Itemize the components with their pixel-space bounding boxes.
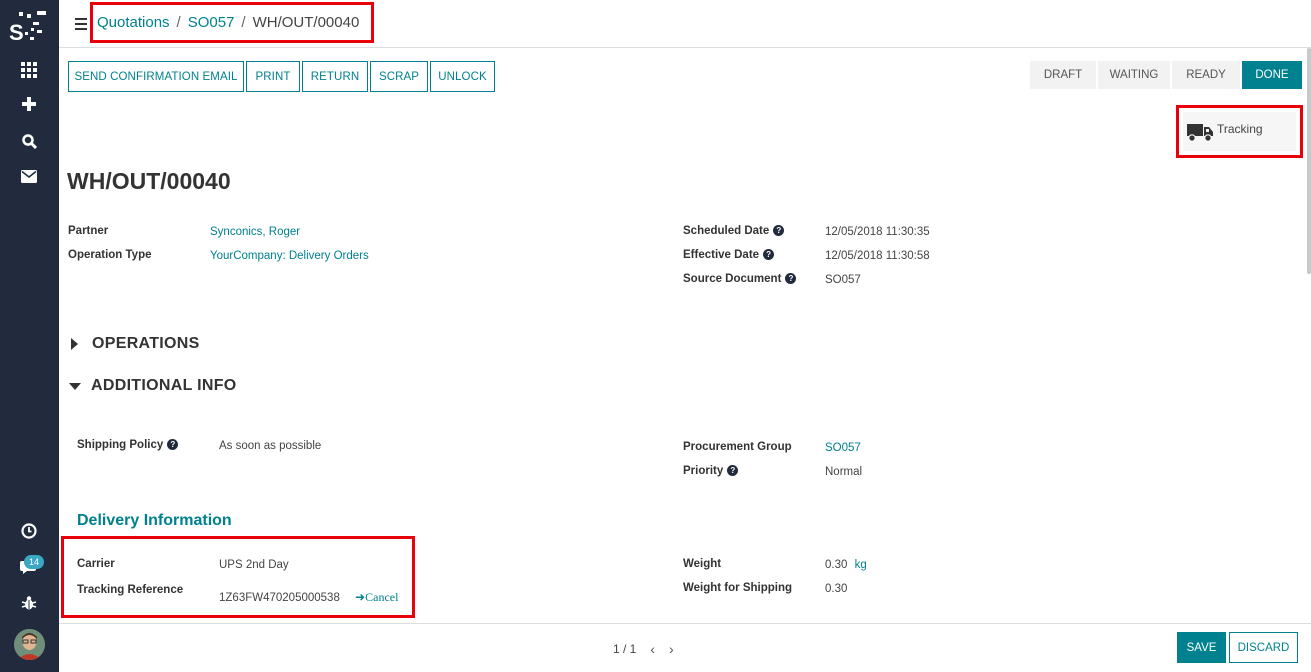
breadcrumb-quotations[interactable]: Quotations xyxy=(97,14,170,31)
operation-type-value[interactable]: YourCompany: Delivery Orders xyxy=(210,250,369,262)
messages-badge: 14 xyxy=(24,555,44,569)
hamburger-menu-icon[interactable] xyxy=(75,18,87,30)
stage-ready[interactable]: READY xyxy=(1172,61,1240,89)
partner-label: Partner xyxy=(68,225,109,237)
priority-label: Priority? xyxy=(683,465,739,477)
pager: 1 / 1 ‹ › xyxy=(613,641,674,657)
procurement-group-value[interactable]: SO057 xyxy=(825,442,861,454)
weight-value: 0.30 xyxy=(825,559,848,571)
discard-button[interactable]: DISCARD xyxy=(1229,632,1298,663)
stage-draft[interactable]: DRAFT xyxy=(1030,61,1096,89)
help-icon[interactable]: ? xyxy=(763,249,775,260)
carrier-label: Carrier xyxy=(77,558,115,570)
tracking-highlight: Tracking xyxy=(1176,105,1303,158)
breadcrumb-separator: / xyxy=(241,14,246,31)
breadcrumb-separator: / xyxy=(176,14,181,31)
control-panel: Quotations / SO057 / WH/OUT/00040 xyxy=(59,0,1311,48)
effective-date-label: Effective Date? xyxy=(683,249,775,261)
caret-down-icon xyxy=(69,382,81,390)
weight-unit[interactable]: kg xyxy=(855,559,867,571)
truck-icon xyxy=(1187,123,1213,142)
plus-icon[interactable] xyxy=(19,94,39,114)
pager-next-icon[interactable]: › xyxy=(669,641,674,657)
shipping-policy-value: As soon as possible xyxy=(219,440,322,452)
procurement-group-label: Procurement Group xyxy=(683,441,792,453)
send-confirmation-email-button[interactable]: SEND CONFIRMATION EMAIL xyxy=(68,61,244,92)
delivery-information-heading: Delivery Information xyxy=(77,512,232,529)
operations-section-toggle[interactable]: OPERATIONS xyxy=(69,335,200,353)
bottom-bar: 1 / 1 ‹ › SAVE DISCARD xyxy=(59,623,1311,672)
tracking-label: Tracking xyxy=(1217,121,1263,136)
scheduled-date-label: Scheduled Date? xyxy=(683,225,785,237)
weight-label: Weight xyxy=(683,558,722,570)
stage-waiting[interactable]: WAITING xyxy=(1098,61,1170,89)
breadcrumb-current: WH/OUT/00040 xyxy=(252,14,360,31)
pager-prev-icon[interactable]: ‹ xyxy=(650,641,655,657)
weight-for-shipping-value: 0.30 xyxy=(825,583,848,595)
breadcrumb-so057[interactable]: SO057 xyxy=(188,14,235,31)
breadcrumb: Quotations / SO057 / WH/OUT/00040 xyxy=(90,2,375,43)
search-icon[interactable] xyxy=(19,131,39,151)
app-sidebar: S 14 xyxy=(0,0,59,672)
additional-info-heading: ADDITIONAL INFO xyxy=(91,377,237,394)
user-avatar[interactable] xyxy=(14,629,45,660)
pager-value[interactable]: 1 / 1 xyxy=(613,642,636,656)
effective-date-value: 12/05/2018 11:30:58 xyxy=(825,250,930,262)
help-icon[interactable]: ? xyxy=(727,465,739,476)
record-title: WH/OUT/00040 xyxy=(67,168,231,194)
status-stages: DRAFT WAITING READY DONE xyxy=(1030,61,1302,89)
save-button[interactable]: SAVE xyxy=(1177,632,1226,663)
source-document-value: SO057 xyxy=(825,274,861,286)
caret-right-icon xyxy=(71,338,78,350)
shipping-policy-label: Shipping Policy? xyxy=(77,439,179,451)
partner-value[interactable]: Synconics, Roger xyxy=(210,226,300,238)
help-icon[interactable]: ? xyxy=(773,225,785,236)
priority-value: Normal xyxy=(825,466,863,478)
weight-for-shipping-label: Weight for Shipping xyxy=(683,582,793,594)
additional-info-section-toggle[interactable]: ADDITIONAL INFO xyxy=(69,377,237,395)
apps-grid-icon[interactable] xyxy=(19,60,39,80)
operation-type-label: Operation Type xyxy=(68,249,152,261)
tracking-reference-field: 1Z63FW470205000538 ➜Cancel xyxy=(219,590,398,605)
source-document-label: Source Document? xyxy=(683,273,797,285)
carrier-value: UPS 2nd Day xyxy=(219,559,289,571)
tracking-reference-label: Tracking Reference xyxy=(77,584,184,596)
print-button[interactable]: PRINT xyxy=(246,61,300,92)
svg-text:S: S xyxy=(9,20,24,45)
scrollbar[interactable] xyxy=(1307,48,1311,274)
tracking-reference-value: 1Z63FW470205000538 xyxy=(219,592,340,604)
cancel-tracking-link[interactable]: ➜Cancel xyxy=(355,590,398,604)
carrier-tracking-highlight xyxy=(61,536,415,618)
form-statusbar: SEND CONFIRMATION EMAIL PRINT RETURN SCR… xyxy=(59,48,1302,106)
mail-icon[interactable] xyxy=(19,166,39,186)
operations-heading: OPERATIONS xyxy=(92,335,200,352)
clock-icon[interactable] xyxy=(19,521,39,541)
return-button[interactable]: RETURN xyxy=(302,61,368,92)
tracking-button[interactable]: Tracking xyxy=(1183,112,1296,151)
stage-done[interactable]: DONE xyxy=(1242,61,1302,89)
unlock-button[interactable]: UNLOCK xyxy=(430,61,495,92)
scheduled-date-value: 12/05/2018 11:30:35 xyxy=(825,226,930,238)
scrap-button[interactable]: SCRAP xyxy=(370,61,428,92)
logo-icon[interactable]: S xyxy=(9,10,49,46)
help-icon[interactable]: ? xyxy=(785,273,797,284)
weight-field: 0.30 kg xyxy=(825,559,867,571)
bug-icon[interactable] xyxy=(19,593,39,613)
help-icon[interactable]: ? xyxy=(167,439,179,450)
arrow-right-icon: ➜ xyxy=(355,590,366,604)
